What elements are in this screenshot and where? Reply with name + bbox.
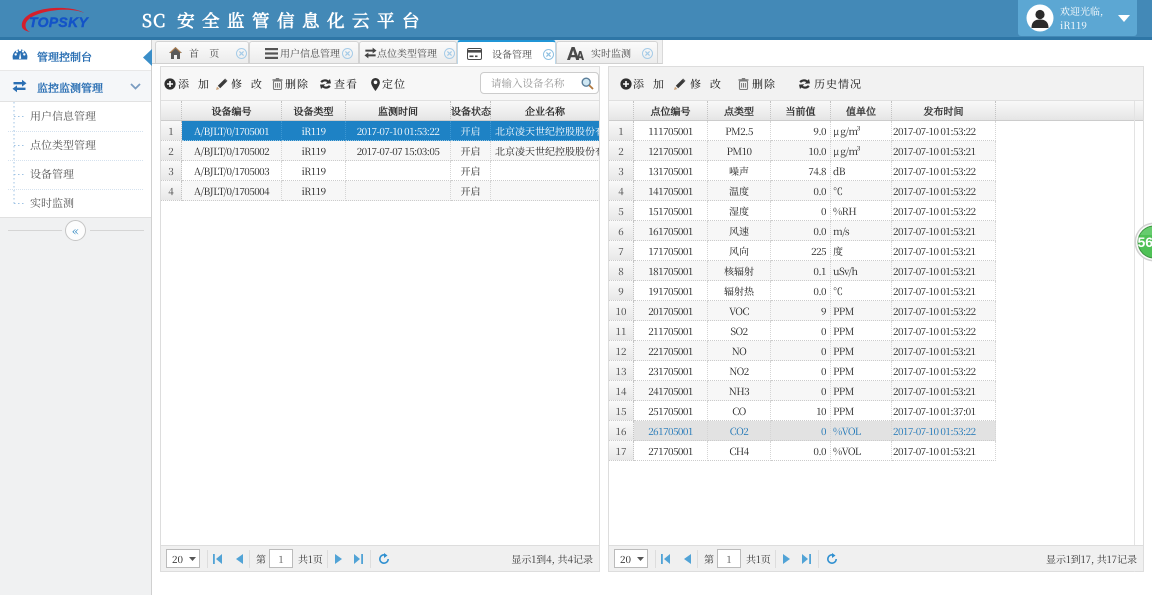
svg-text:56: 56 bbox=[1138, 234, 1152, 250]
svg-text:TOPSKY: TOPSKY bbox=[29, 14, 89, 30]
